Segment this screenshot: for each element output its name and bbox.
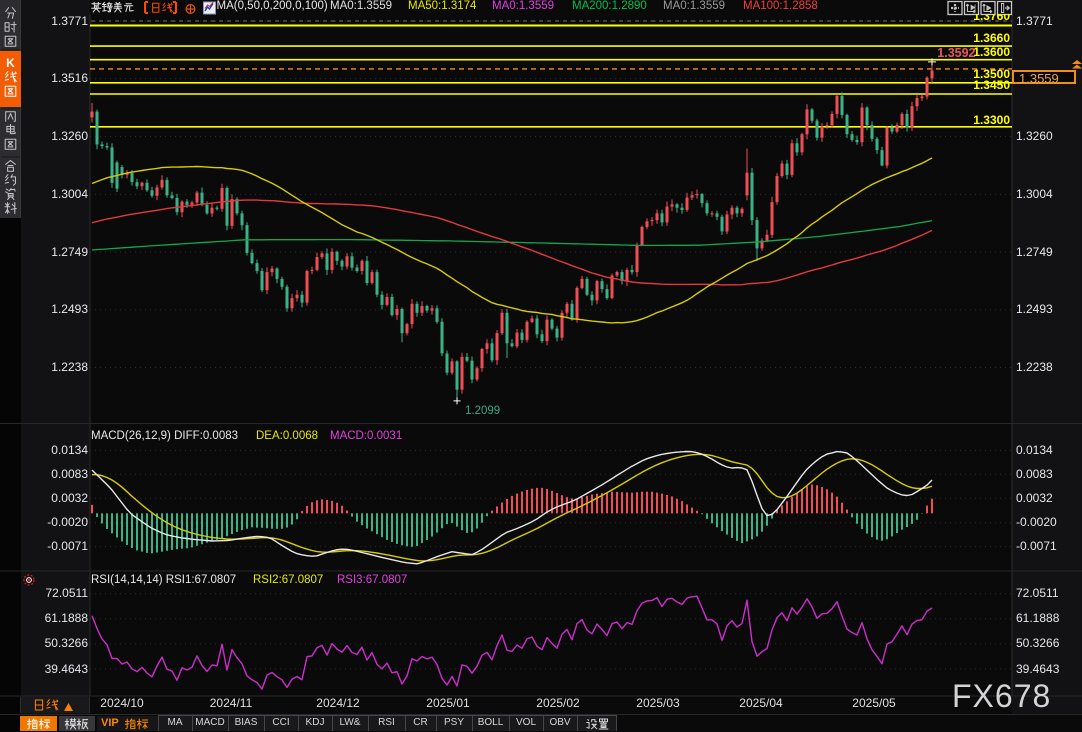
svg-text:K: K bbox=[6, 56, 15, 70]
